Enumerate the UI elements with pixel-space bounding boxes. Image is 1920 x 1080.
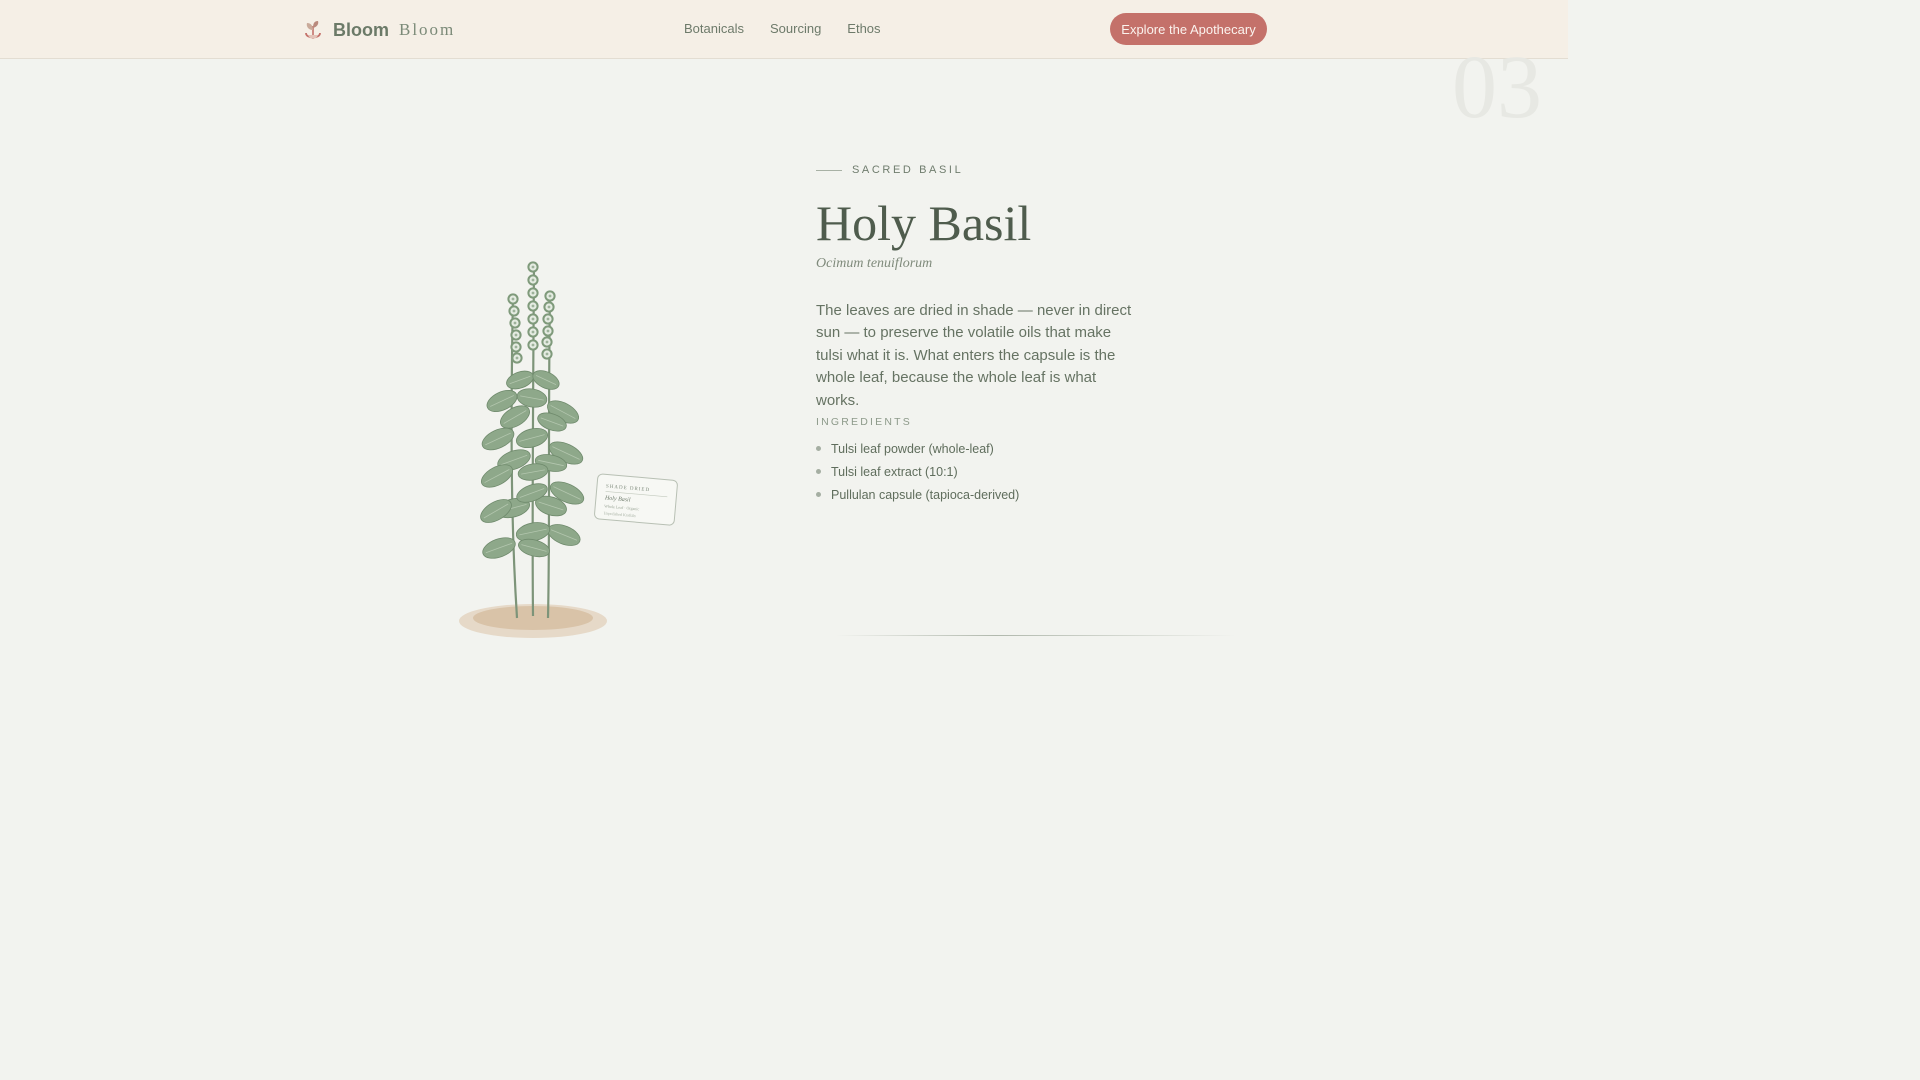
nav-link-ethos[interactable]: Ethos bbox=[847, 21, 880, 36]
ingredient-label: Tulsi leaf powder (whole-leaf) bbox=[831, 441, 994, 456]
product-title: Holy Basil bbox=[816, 195, 1032, 251]
brand-tagline: Bloom bbox=[399, 20, 456, 39]
section-eyebrow: SACRED BASIL bbox=[816, 164, 963, 176]
bullet-icon bbox=[816, 446, 821, 451]
ingredient-item: Tulsi leaf powder (whole-leaf) bbox=[816, 437, 1019, 460]
slide-number: 03 bbox=[1452, 38, 1542, 137]
ingredient-label: Tulsi leaf extract (10:1) bbox=[831, 464, 958, 479]
nav-link-sourcing[interactable]: Sourcing bbox=[770, 21, 821, 36]
ingredients-list: Tulsi leaf powder (whole-leaf) Tulsi lea… bbox=[816, 437, 1019, 506]
sprout-icon bbox=[305, 21, 321, 40]
section-divider bbox=[836, 635, 1236, 636]
flower-buds-icon bbox=[507, 261, 556, 364]
leaves-icon bbox=[480, 370, 585, 559]
eyebrow-rule bbox=[816, 169, 842, 171]
ingredient-item: Tulsi leaf extract (10:1) bbox=[816, 460, 1019, 483]
bullet-icon bbox=[816, 469, 821, 474]
bullet-icon bbox=[816, 492, 821, 497]
botanical-name: Ocimum tenuiflorum bbox=[816, 256, 933, 271]
nav-link-botanicals[interactable]: Botanicals bbox=[684, 21, 744, 36]
ingredient-label: Pullulan capsule (tapioca-derived) bbox=[831, 487, 1020, 502]
shade-dried-tag: SHADE DRIED Holy Basil Whole Leaf · Orga… bbox=[594, 473, 678, 526]
eyebrow-label: SACRED BASIL bbox=[852, 164, 964, 176]
brand-logo[interactable]: Bloom Bloom bbox=[302, 16, 455, 44]
holy-basil-illustration: SHADE DRIED Holy Basil Whole Leaf · Orga… bbox=[459, 261, 678, 638]
brand-name: Bloom bbox=[333, 19, 389, 40]
top-navbar: Bloom Bloom Botanicals Sourcing Ethos Ex… bbox=[0, 0, 1568, 59]
explore-apothecary-button[interactable]: Explore the Apothecary bbox=[1110, 13, 1267, 45]
ingredients-heading: INGREDIENTS bbox=[816, 416, 912, 428]
ingredient-item: Pullulan capsule (tapioca-derived) bbox=[816, 483, 1019, 506]
main-nav: Botanicals Sourcing Ethos bbox=[684, 21, 881, 36]
product-description: The leaves are dried in shade — never in… bbox=[816, 302, 1132, 409]
